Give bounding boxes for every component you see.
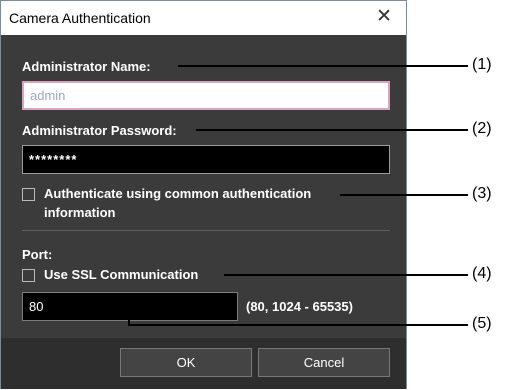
admin-password-input[interactable] xyxy=(22,145,390,174)
callout-line-1 xyxy=(178,65,468,67)
common-auth-label-line1: Authenticate using common authentication xyxy=(44,186,312,201)
callout-label-4: (4) xyxy=(472,265,492,282)
port-label: Port: xyxy=(22,247,53,262)
admin-password-label: Administrator Password: xyxy=(22,123,177,138)
common-auth-checkbox[interactable] xyxy=(22,188,35,201)
cancel-button[interactable]: Cancel xyxy=(258,348,390,377)
ssl-label: Use SSL Communication xyxy=(44,267,199,282)
callout-line-4 xyxy=(224,274,468,276)
callout-line-2 xyxy=(196,129,468,131)
ok-button[interactable]: OK xyxy=(120,348,252,377)
callout-label-5: (5) xyxy=(472,315,492,332)
callout-line-5 xyxy=(128,324,468,326)
ssl-checkbox[interactable] xyxy=(22,269,35,282)
admin-name-label: Administrator Name: xyxy=(22,59,151,74)
dialog-title: Camera Authentication xyxy=(9,10,151,26)
callout-label-3: (3) xyxy=(472,185,492,202)
close-icon[interactable]: ✕ xyxy=(376,7,392,27)
port-input[interactable] xyxy=(22,292,238,321)
callout-label-2: (2) xyxy=(472,120,492,137)
callout-label-1: (1) xyxy=(472,56,492,73)
port-range-hint: (80, 1024 - 65535) xyxy=(246,299,353,314)
callout-line-3 xyxy=(340,194,468,196)
separator xyxy=(22,230,390,231)
title-bar: Camera Authentication ✕ xyxy=(1,1,406,35)
admin-name-input[interactable] xyxy=(22,81,390,110)
common-auth-label-line2: information xyxy=(44,205,116,220)
